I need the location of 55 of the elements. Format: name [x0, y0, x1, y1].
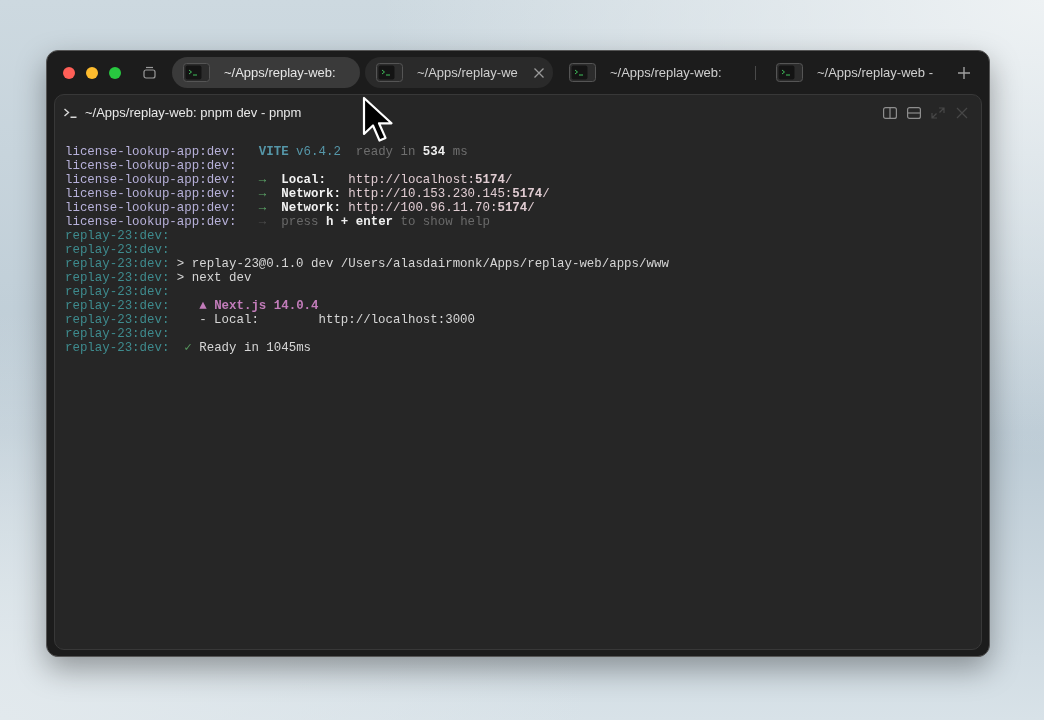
log-prefix: replay-23:dev:	[65, 299, 170, 313]
label-text: Network:	[281, 201, 341, 215]
pointer-cursor-icon	[362, 96, 394, 144]
rows-icon[interactable]	[907, 107, 921, 119]
log-prefix: replay-23:dev:	[65, 257, 170, 271]
tab[interactable]: ~/Apps/replay-we	[365, 57, 553, 88]
log-prefix: replay-23:dev:	[65, 341, 170, 355]
close-icon[interactable]	[63, 66, 75, 79]
columns-icon[interactable]	[883, 107, 897, 119]
log-prefix: license-lookup-app:dev:	[65, 201, 237, 215]
log-prefix: license-lookup-app:dev:	[65, 215, 237, 229]
url-text: http://100.96.11.70:5174/	[348, 201, 535, 215]
arrow-icon: →	[258, 201, 267, 215]
prompt-icon	[64, 108, 77, 118]
version-text: Next.js 14.0.4	[214, 299, 319, 313]
window-stack-icon[interactable]	[143, 66, 156, 79]
timing-text: ready in 534 ms	[355, 145, 468, 159]
arrow-icon: →	[258, 187, 267, 201]
hint-text: press h + enter to show help	[281, 215, 490, 229]
log-prefix: replay-23:dev:	[65, 271, 170, 285]
log-prefix: replay-23:dev:	[65, 285, 170, 299]
pane-title: ~/Apps/replay-web: pnpm dev - pnpm	[85, 104, 302, 123]
maximize-icon[interactable]	[109, 66, 121, 79]
triangle-icon: ▲	[199, 299, 207, 313]
version-text: VITE v6.4.2	[258, 145, 341, 159]
minimize-icon[interactable]	[86, 66, 98, 79]
log-prefix: replay-23:dev:	[65, 229, 170, 243]
plus-icon[interactable]	[958, 66, 970, 79]
tab[interactable]: ~/Apps/replay-web:	[172, 57, 360, 88]
command-text: > replay-23@0.1.0 dev /Users/alasdairmonk/Apps/replay-web/apps/www	[176, 257, 669, 271]
log-prefix: replay-23:dev:	[65, 313, 170, 327]
log-prefix: license-lookup-app:dev:	[65, 187, 237, 201]
label-text: Network:	[281, 187, 341, 201]
check-icon: ✓	[184, 341, 192, 355]
terminal-thumbnail-icon	[776, 63, 803, 82]
terminal-thumbnail-icon	[183, 63, 210, 82]
output-text: - Local:	[199, 313, 259, 327]
log-prefix: license-lookup-app:dev:	[65, 159, 237, 173]
arrow-icon: →	[258, 173, 267, 187]
command-text: > next dev	[176, 271, 252, 285]
log-prefix: license-lookup-app:dev:	[65, 145, 237, 159]
log-prefix: replay-23:dev:	[65, 327, 170, 341]
terminal-thumbnail-icon	[569, 63, 596, 82]
tab[interactable]: ~/Apps/replay-web:	[558, 57, 746, 88]
output-text: Ready in 1045ms	[199, 341, 312, 355]
tab[interactable]: ~/Apps/replay-web -	[765, 57, 953, 88]
arrow-icon: →	[258, 215, 267, 229]
log-prefix: replay-23:dev:	[65, 243, 170, 257]
url-text: http://localhost:5174/	[348, 173, 513, 187]
close-icon[interactable]	[534, 67, 544, 78]
label-text: Local:	[281, 173, 326, 187]
terminal-thumbnail-icon	[376, 63, 403, 82]
output-text: http://localhost:3000	[318, 313, 476, 327]
log-prefix: license-lookup-app:dev:	[65, 173, 237, 187]
url-text: http://10.153.230.145:5174/	[348, 187, 550, 201]
